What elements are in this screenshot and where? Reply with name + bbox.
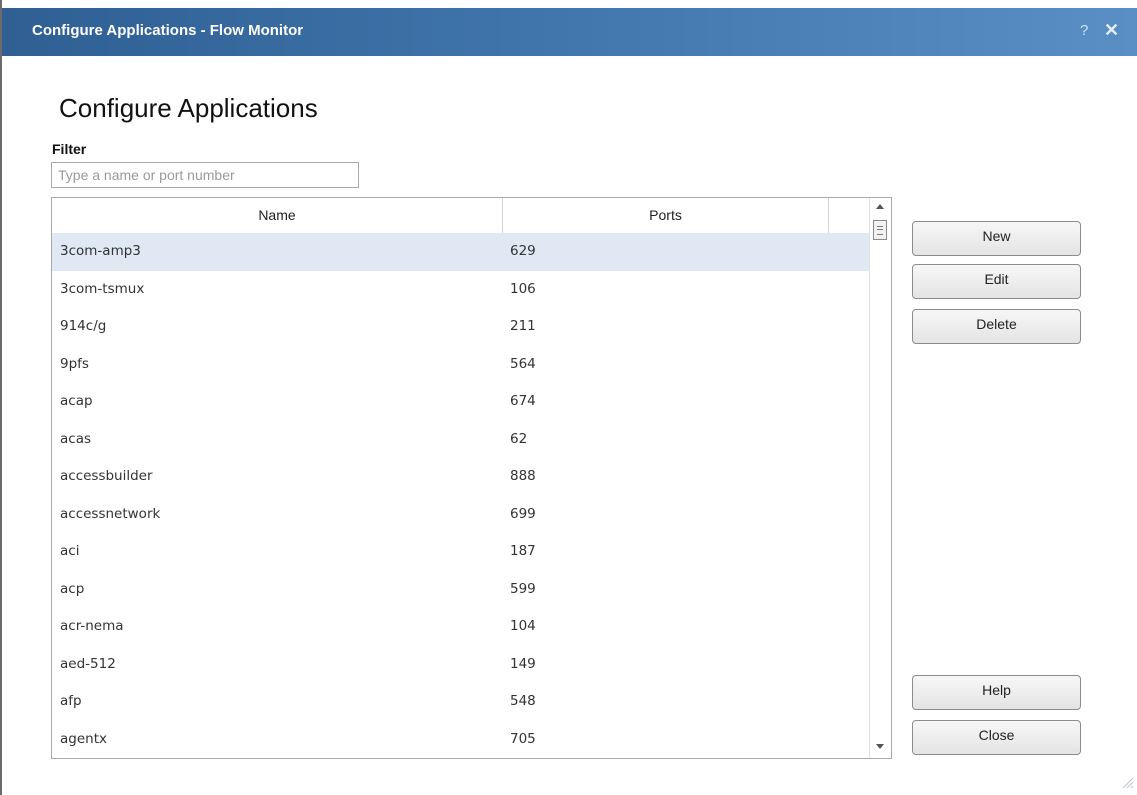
table-row[interactable]: accessnetwork 699	[52, 496, 869, 534]
edit-button[interactable]: Edit	[912, 264, 1081, 299]
table-header: Name Ports	[52, 198, 869, 234]
table-row[interactable]: 3com-tsmux 106	[52, 271, 869, 309]
cell-ports: 62	[510, 430, 528, 447]
delete-button[interactable]: Delete	[912, 309, 1081, 344]
scroll-down-icon[interactable]	[876, 744, 884, 749]
cell-name: acp	[60, 580, 85, 597]
cell-name: acap	[60, 393, 93, 409]
table-row[interactable]: agentx 705	[52, 721, 869, 759]
cell-ports: 211	[510, 318, 536, 334]
cell-ports: 106	[510, 280, 536, 297]
filter-label: Filter	[52, 141, 87, 157]
cell-ports: 705	[510, 730, 536, 747]
cell-ports: 104	[510, 618, 536, 634]
cell-name: 9pfs	[60, 355, 89, 372]
cell-ports: 149	[510, 655, 536, 672]
table-row[interactable]: accessbuilder 888	[52, 458, 869, 496]
vertical-scrollbar[interactable]	[869, 198, 891, 758]
cell-ports: 564	[510, 355, 536, 372]
table-row[interactable]: acr-nema 104	[52, 608, 869, 646]
page-title: Configure Applications	[59, 93, 318, 123]
cell-ports: 674	[510, 393, 536, 409]
table-row[interactable]: acap 674	[52, 383, 869, 421]
cell-name: aed-512	[60, 655, 116, 672]
cell-name: accessnetwork	[60, 505, 161, 522]
applications-table: Name Ports 3com-amp3 629 3com-tsmux 106 …	[51, 197, 892, 759]
window-title: Configure Applications - Flow Monitor	[32, 22, 304, 39]
cell-ports: 629	[510, 243, 536, 259]
help-icon[interactable]: ?	[1080, 22, 1088, 39]
table-row[interactable]: 9pfs 564	[52, 346, 869, 384]
scroll-up-icon[interactable]	[876, 204, 884, 209]
cell-name: 914c/g	[60, 318, 107, 334]
cell-name: aci	[60, 543, 80, 559]
scrollbar-thumb[interactable]	[873, 220, 887, 240]
column-header-name[interactable]: Name	[52, 198, 503, 233]
configure-applications-dialog: Configure Applications - Flow Monitor ? …	[0, 0, 1137, 795]
filter-input[interactable]	[51, 162, 359, 188]
column-header-spacer	[829, 198, 869, 233]
table-row[interactable]: acas 62	[52, 421, 869, 459]
table-row[interactable]: acp 599	[52, 571, 869, 609]
help-button[interactable]: Help	[912, 675, 1081, 710]
cell-name: afp	[60, 693, 82, 709]
table-row[interactable]: 914c/g 211	[52, 308, 869, 346]
table-row[interactable]: aed-512 149	[52, 646, 869, 684]
close-icon[interactable]: ✕	[1104, 20, 1119, 41]
cell-name: acas	[60, 430, 92, 447]
cell-ports: 187	[510, 543, 536, 559]
cell-name: 3com-tsmux	[60, 280, 145, 297]
title-bar[interactable]: Configure Applications - Flow Monitor ? …	[2, 8, 1137, 56]
table-row[interactable]: afp 548	[52, 683, 869, 721]
table-row[interactable]: 3com-amp3 629	[52, 233, 869, 271]
resize-grip-icon[interactable]	[1120, 775, 1134, 789]
cell-name: 3com-amp3	[60, 243, 141, 259]
cell-name: acr-nema	[60, 618, 124, 634]
cell-ports: 548	[510, 693, 536, 709]
column-header-ports[interactable]: Ports	[503, 198, 829, 233]
cell-ports: 699	[510, 505, 536, 522]
cell-ports: 599	[510, 580, 536, 597]
table-body: 3com-amp3 629 3com-tsmux 106 914c/g 211 …	[52, 233, 869, 758]
table-row[interactable]: aci 187	[52, 533, 869, 571]
new-button[interactable]: New	[912, 221, 1081, 256]
cell-name: accessbuilder	[60, 468, 153, 484]
cell-ports: 888	[510, 468, 536, 484]
cell-name: agentx	[60, 730, 107, 747]
close-button[interactable]: Close	[912, 720, 1081, 755]
